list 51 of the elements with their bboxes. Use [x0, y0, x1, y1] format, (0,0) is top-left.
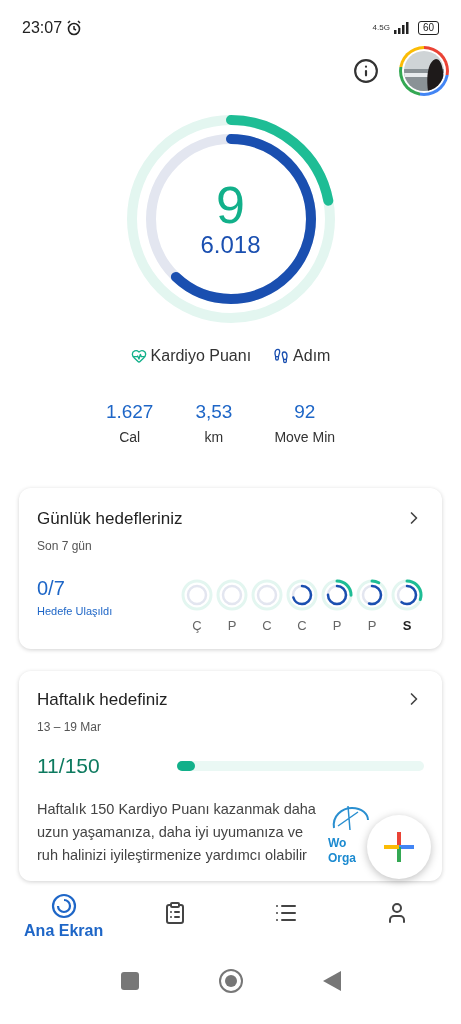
recents-button[interactable] — [120, 971, 139, 990]
stat-value: 3,53 — [195, 400, 233, 424]
stat-label: Cal — [119, 427, 141, 447]
day-ring — [180, 578, 214, 612]
weekly-count: 11/150 — [37, 753, 101, 779]
alarm-icon — [66, 19, 83, 36]
plus-icon — [384, 832, 414, 862]
stat-value: 92 — [294, 400, 316, 424]
footprints-icon — [273, 348, 290, 364]
legend-label: Adım — [293, 346, 331, 366]
stat-label: km — [204, 427, 224, 447]
logo-text: Orga — [328, 850, 356, 866]
steps-value: 6.018 — [200, 231, 261, 259]
card-subtitle: Son 7 gün — [37, 538, 93, 555]
day-label: S — [402, 617, 412, 635]
back-button[interactable] — [322, 970, 341, 991]
heart-icon — [130, 348, 147, 364]
network-label: 4.5G — [372, 21, 390, 34]
status-time: 23:07 — [22, 17, 63, 38]
day-ring — [390, 578, 424, 612]
legend-label: Kardiyo Puanı — [150, 346, 252, 366]
day-ring — [355, 578, 389, 612]
day-label: C — [297, 617, 307, 635]
goals-count: 0/7 — [37, 576, 66, 601]
day-label: Ç — [192, 617, 202, 635]
info-icon[interactable] — [353, 58, 379, 84]
signal-icon — [393, 21, 410, 34]
day-label: P — [227, 617, 237, 635]
day-label: C — [262, 617, 272, 635]
logo-text: Wo — [328, 835, 347, 851]
day-label: P — [332, 617, 342, 635]
day-ring — [285, 578, 319, 612]
rings-icon — [50, 892, 77, 919]
weekly-description: Haftalık 150 Kardiyo Puanı kazanmak daha uzun yaşamanıza, daha iyi uyumanıza ve ruh halinizi iyileştirmenize yardımcı olabilir — [37, 799, 317, 865]
stat-label: Move Min — [274, 427, 336, 447]
day-ring — [320, 578, 354, 612]
card-title: Günlük hedefleriniz — [37, 507, 183, 530]
weekly-goal-card[interactable]: Haftalık hedefiniz 13 – 19 Mar 11/150 Haftalık 150 Kardiyo Puanı kazanmak daha uzun yaşamanıza, daha iyi uyumanıza ve ruh halinizi iyileştirmenize yardımcı olabilir Wo Orga — [19, 670, 442, 881]
card-subtitle: 13 – 19 Mar — [37, 719, 103, 736]
day-ring — [250, 578, 284, 612]
stat-value: 1.627 — [105, 400, 154, 424]
avatar[interactable] — [399, 46, 449, 96]
day-label: P — [367, 617, 377, 635]
daily-goals-card[interactable]: Günlük hedefleriniz Son 7 gün 0/7 Hedefe Ulaşıldı Ç P C C P P S — [19, 487, 442, 649]
card-title: Haftalık hedefiniz — [37, 688, 168, 711]
battery-indicator: 60 — [417, 20, 439, 35]
day-ring — [215, 578, 249, 612]
home-button[interactable] — [218, 968, 243, 993]
nav-tab[interactable]: Ana Ekran — [8, 890, 120, 943]
cardio-points-value: 9 — [216, 179, 245, 231]
goals-caption: Hedefe Ulaşıldı — [37, 604, 113, 619]
